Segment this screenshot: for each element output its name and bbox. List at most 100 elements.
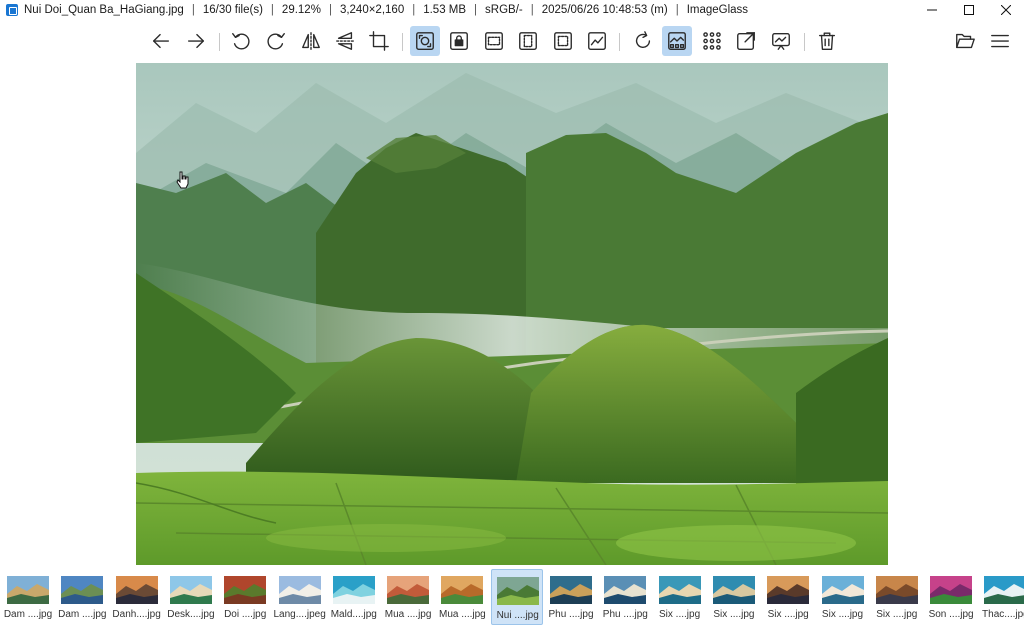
thumbnail-bar-icon [668, 32, 686, 50]
rotate-right-button[interactable] [261, 26, 291, 56]
flip-vertical-button[interactable] [330, 26, 360, 56]
thumbnail-item[interactable]: Six ....jpg [817, 569, 869, 625]
thumbnail-image [441, 576, 484, 604]
thumbnail-image [496, 577, 539, 605]
thumbnail-label: Son ....jpg [928, 609, 974, 620]
title-separator: | [412, 4, 416, 16]
main-menu-button[interactable] [985, 26, 1015, 56]
thumbnail-label: Phu ....jpg [548, 609, 594, 620]
thumbnail-image [278, 576, 321, 604]
title-bar: Nui Doi_Quan Ba_HaGiang.jpg | 16/30 file… [0, 0, 1024, 20]
title-separator: | [191, 4, 195, 16]
open-folder-button[interactable] [950, 26, 980, 56]
thumbnail-item[interactable]: Danh....jpg [111, 569, 163, 625]
refresh-button[interactable] [628, 26, 658, 56]
close-button[interactable] [987, 0, 1024, 20]
image-viewer[interactable] [0, 63, 1024, 566]
thumbnail-item[interactable]: Doi ....jpg [219, 569, 271, 625]
toolbar-separator [804, 33, 805, 51]
auto-zoom-icon [416, 32, 434, 50]
thumbnail-item[interactable]: Six ....jpg [762, 569, 814, 625]
slideshow-icon [772, 32, 790, 50]
thumbnail-image [767, 576, 810, 604]
modified-date: 2025/06/26 10:48:53 (m) [541, 4, 668, 16]
thumbnail-label: Lang....jpeg [273, 609, 326, 620]
thumbnail-item[interactable]: Mald....jpg [328, 569, 380, 625]
title-separator: | [328, 4, 332, 16]
auto-zoom-button[interactable] [410, 26, 440, 56]
thumbnail-image [604, 576, 647, 604]
thumbnail-image [61, 576, 104, 604]
toolbar-separator [219, 33, 220, 51]
lock-zoom-button[interactable] [444, 26, 474, 56]
landscape-photo [136, 63, 888, 565]
crop-button[interactable] [364, 26, 394, 56]
arrow-right-icon [187, 33, 205, 49]
thumbnail-item[interactable]: Dam ....jpg [2, 569, 54, 625]
thumbnail-image [169, 576, 212, 604]
file-size: 1.53 MB [423, 4, 467, 16]
thumbnail-item[interactable]: Nui ....jpg [490, 569, 543, 625]
title-separator: | [474, 4, 478, 16]
thumbnail-label: Danh....jpg [112, 609, 161, 620]
scale-to-fit-button[interactable] [548, 26, 578, 56]
previous-image-button[interactable] [146, 26, 176, 56]
rotate-right-icon [267, 32, 285, 50]
slideshow-button[interactable] [766, 26, 796, 56]
menu-icon [991, 34, 1009, 48]
maximize-icon [963, 5, 974, 15]
thumbnail-label: Thac....jpg [982, 609, 1024, 620]
gallery-button[interactable] [697, 26, 727, 56]
thumbnail-image [224, 576, 267, 604]
scale-to-height-button[interactable] [513, 26, 543, 56]
thumbnail-bar-button[interactable] [662, 26, 692, 56]
scale-to-width-button[interactable] [479, 26, 509, 56]
arrow-left-icon [152, 33, 170, 49]
thumbnail-item[interactable]: Six ....jpg [708, 569, 760, 625]
toolbar [0, 24, 1024, 62]
maximize-button[interactable] [950, 0, 987, 20]
main-image[interactable] [136, 63, 888, 565]
flip-horizontal-button[interactable] [296, 26, 326, 56]
delete-button[interactable] [812, 26, 842, 56]
scale-to-fill-button[interactable] [582, 26, 612, 56]
thumbnail-image [984, 576, 1024, 604]
thumbnail-image [821, 576, 864, 604]
thumbnail-item[interactable]: Son ....jpg [925, 569, 977, 625]
rotate-left-button[interactable] [226, 26, 256, 56]
thumbnail-item[interactable]: Thac....jpg [979, 569, 1024, 625]
scale-to-width-icon [485, 32, 503, 50]
thumbnail-image [387, 576, 430, 604]
title-separator: | [270, 4, 274, 16]
thumbnail-bar: Dam ....jpg Dam ....jpg Danh....jpg Desk...… [0, 568, 1024, 629]
next-image-button[interactable] [181, 26, 211, 56]
thumbnail-item[interactable]: Six ....jpg [654, 569, 706, 625]
thumbnail-label: Nui ....jpg [496, 610, 539, 621]
image-dimensions: 3,240×2,160 [339, 4, 405, 16]
thumbnail-image [712, 576, 755, 604]
toolbar-separator [402, 33, 403, 51]
thumbnail-item[interactable]: Desk....jpg [165, 569, 217, 625]
thumbnail-item[interactable]: Phu ....jpg [545, 569, 597, 625]
thumbnail-item[interactable]: Six ....jpg [871, 569, 923, 625]
minimize-button[interactable] [913, 0, 950, 20]
thumbnail-item[interactable]: Lang....jpeg [274, 569, 326, 625]
fullscreen-icon [737, 32, 755, 50]
fullscreen-button[interactable] [731, 26, 761, 56]
thumbnail-item[interactable]: Mua ....jpg [382, 569, 434, 625]
thumbnail-image [332, 576, 375, 604]
thumbnail-label: Six ....jpg [659, 609, 701, 620]
thumbnail-image [875, 576, 918, 604]
window-controls [913, 0, 1024, 20]
thumbnail-image [7, 576, 49, 604]
thumbnail-label: Desk....jpg [167, 609, 215, 620]
scale-to-fit-icon [554, 32, 572, 50]
thumbnail-item[interactable]: Phu ....jpg [599, 569, 651, 625]
crop-icon [369, 31, 389, 51]
file-name: Nui Doi_Quan Ba_HaGiang.jpg [24, 4, 184, 16]
scale-to-fill-icon [588, 32, 606, 50]
scale-to-height-icon [519, 32, 537, 50]
thumbnail-item[interactable]: Mua ....jpg [436, 569, 488, 625]
hand-cursor-icon [176, 171, 189, 189]
thumbnail-item[interactable]: Dam ....jpg [56, 569, 108, 625]
